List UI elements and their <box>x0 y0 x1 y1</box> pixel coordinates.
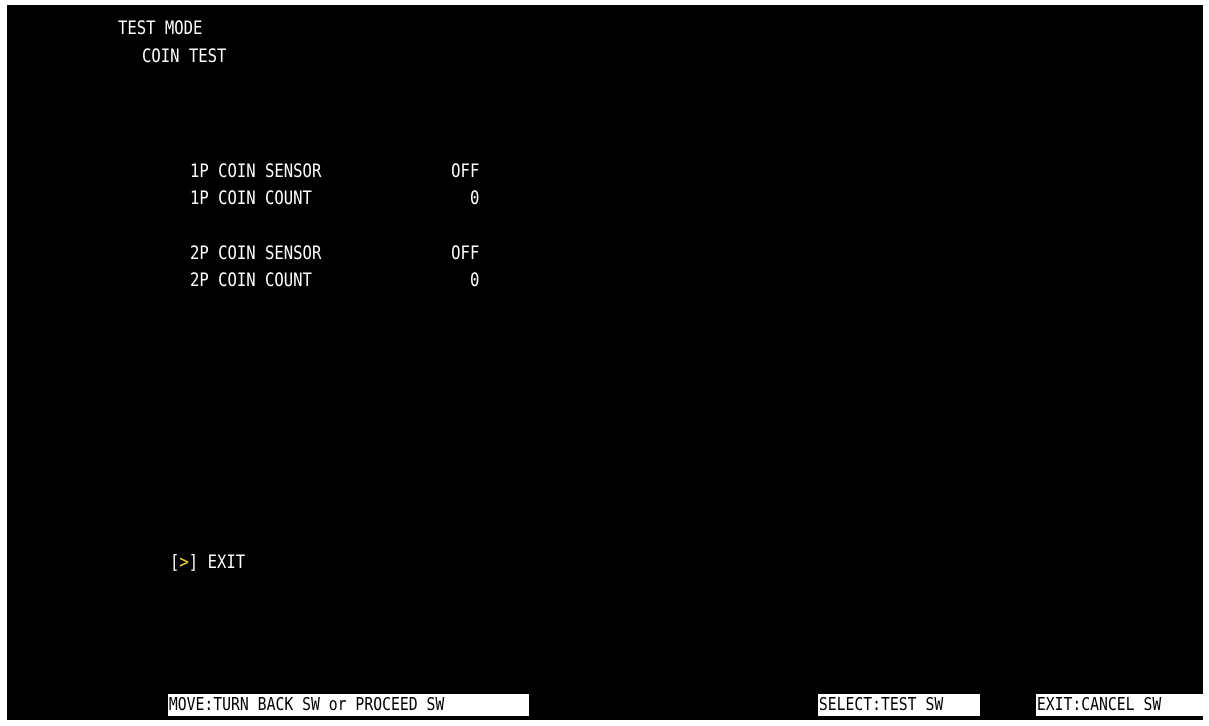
row-2p-coin-count-value: 0 <box>469 269 479 291</box>
cursor-bracket-open: [ <box>170 551 180 573</box>
row-1p-coin-count-value: 0 <box>469 187 479 209</box>
cursor-bracket-close: ] <box>188 551 199 573</box>
row-1p-coin-count-label: 1P COIN COUNT <box>190 187 312 209</box>
menu-item-exit[interactable]: [>] EXIT <box>170 551 245 573</box>
row-2p-coin-sensor-value: OFF <box>450 242 479 264</box>
row-1p-coin-sensor-label: 1P COIN SENSOR <box>190 160 322 182</box>
row-2p-coin-sensor-label: 2P COIN SENSOR <box>190 242 322 264</box>
page-title: TEST MODE <box>118 17 203 39</box>
footer-select-hint: SELECT:TEST SW <box>818 694 980 716</box>
page-subtitle: COIN TEST <box>142 45 227 67</box>
row-1p-coin-sensor-value: OFF <box>450 160 479 182</box>
footer-move-hint: MOVE:TURN BACK SW or PROCEED SW <box>168 694 529 716</box>
row-2p-coin-count-label: 2P COIN COUNT <box>190 269 312 291</box>
footer-exit-hint: EXIT:CANCEL SW <box>1036 694 1203 716</box>
test-mode-screen: TEST MODE COIN TEST 1P COIN SENSOR OFF 1… <box>7 5 1203 720</box>
exit-label: EXIT <box>207 551 246 573</box>
cursor-arrow-icon: > <box>179 551 189 573</box>
